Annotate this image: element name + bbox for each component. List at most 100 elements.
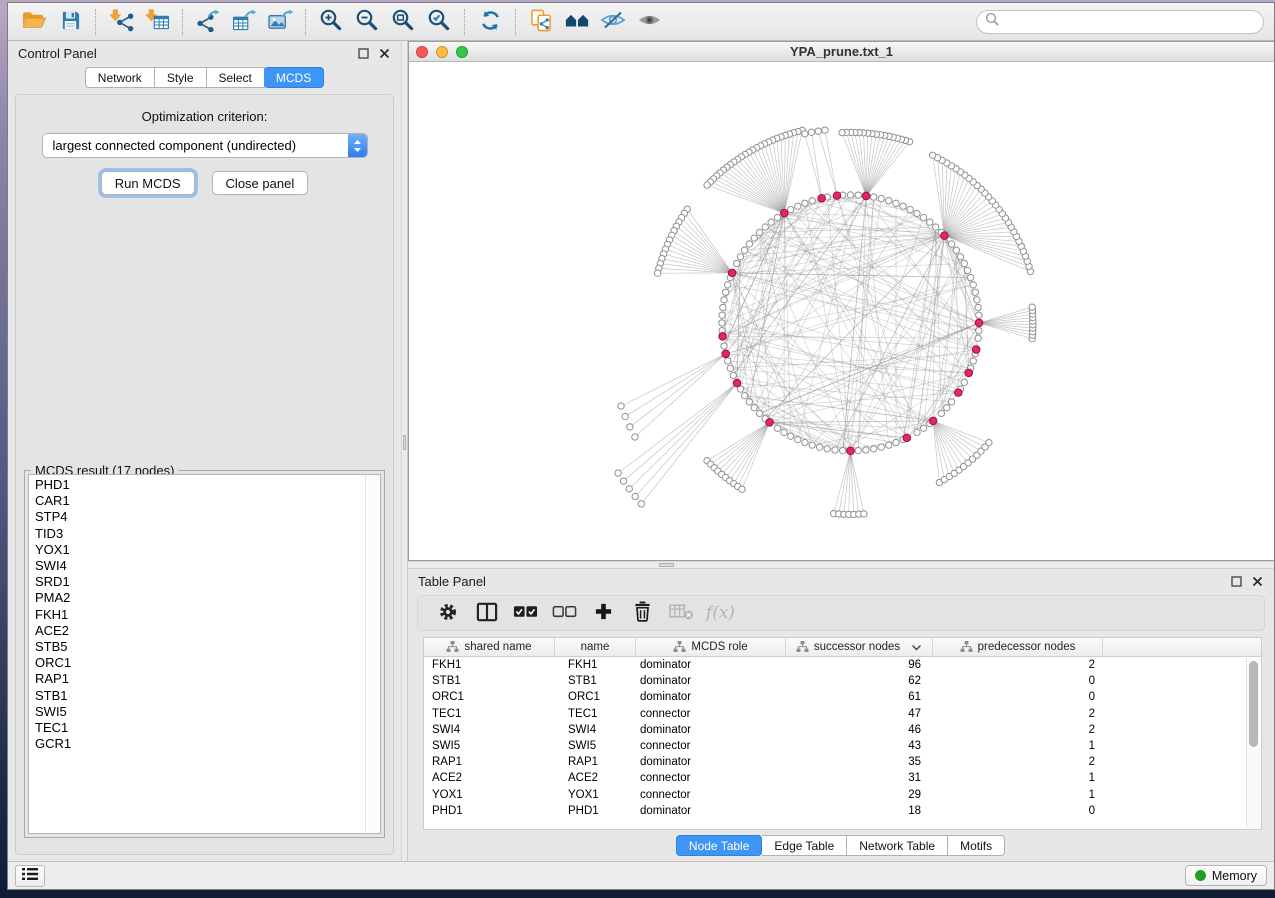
mcds-result-item[interactable]: TEC1 — [35, 720, 363, 736]
cell-successor-nodes: 43 — [786, 740, 933, 752]
table-row[interactable]: RAP1RAP1dominator352 — [424, 754, 1261, 770]
mcds-result-item[interactable]: STB1 — [35, 688, 363, 704]
import-table-from-file-button[interactable] — [139, 7, 175, 37]
mcds-result-item[interactable]: GCR1 — [35, 736, 363, 752]
mcds-result-item[interactable]: YOX1 — [35, 542, 363, 558]
float-control-panel-button[interactable] — [356, 47, 370, 61]
table-settings-button[interactable] — [428, 598, 467, 628]
table-row[interactable]: ACE2ACE2connector311 — [424, 770, 1261, 786]
column-type-icon — [673, 641, 686, 653]
duplicate-network-button[interactable] — [523, 7, 559, 37]
column-header-predecessor-nodes[interactable]: predecessor nodes — [933, 638, 1103, 656]
column-visibility-icon — [476, 602, 498, 625]
mcds-result-item[interactable]: FKH1 — [35, 607, 363, 623]
column-visibility-button[interactable] — [467, 598, 506, 628]
show-all-button[interactable] — [631, 7, 667, 37]
window-zoom-button[interactable] — [456, 46, 468, 58]
cell-mcds-role: dominator — [636, 691, 786, 703]
export-table-button[interactable] — [226, 7, 262, 37]
column-header-name[interactable]: name — [555, 638, 636, 656]
vertical-splitter[interactable] — [401, 41, 408, 861]
table-row[interactable]: ORC1ORC1dominator610 — [424, 689, 1261, 705]
sort-menu-icon[interactable] — [911, 644, 922, 651]
mcds-result-item[interactable]: PMA2 — [35, 590, 363, 606]
export-network-button[interactable] — [190, 7, 226, 37]
open-file-button[interactable] — [16, 7, 52, 37]
zoom-fit-button[interactable] — [385, 7, 421, 37]
show-panels-button[interactable] — [15, 865, 45, 887]
column-header-shared-name[interactable]: shared name — [424, 638, 555, 656]
network-window: YPA_prune.txt_1 — [408, 41, 1274, 561]
select-all-rows-icon — [513, 605, 538, 622]
column-label: MCDS role — [691, 641, 747, 653]
table-panel-titlebar: Table Panel — [408, 569, 1274, 594]
deselect-all-rows-button[interactable] — [545, 598, 584, 628]
table-row[interactable]: PHD1PHD1dominator180 — [424, 803, 1261, 819]
mcds-list-scrollbar[interactable] — [365, 475, 380, 833]
tab-mcds[interactable]: MCDS — [264, 67, 324, 88]
table-row[interactable]: STB1STB1dominator620 — [424, 673, 1261, 689]
mcds-result-item[interactable]: ORC1 — [35, 655, 363, 671]
mcds-result-item[interactable]: STP4 — [35, 509, 363, 525]
table-row[interactable]: YOX1YOX1connector291 — [424, 787, 1261, 803]
mcds-result-item[interactable]: PHD1 — [35, 477, 363, 493]
table-tab-edge-table[interactable]: Edge Table — [762, 835, 847, 856]
delete-column-button[interactable] — [623, 598, 662, 628]
column-header-mcds-role[interactable]: MCDS role — [636, 638, 786, 656]
criterion-select[interactable]: largest connected component (undirected) — [42, 133, 368, 158]
tab-style[interactable]: Style — [155, 67, 207, 88]
mcds-result-item[interactable]: SRD1 — [35, 574, 363, 590]
close-control-panel-button[interactable] — [377, 47, 391, 61]
search-input[interactable] — [1004, 14, 1255, 29]
cell-predecessor-nodes: 1 — [933, 772, 1103, 784]
zoom-out-button[interactable] — [349, 7, 385, 37]
close-table-panel-button[interactable] — [1250, 575, 1264, 589]
run-mcds-button[interactable]: Run MCDS — [101, 171, 195, 195]
memory-button[interactable]: Memory — [1185, 865, 1267, 886]
float-table-panel-button[interactable] — [1229, 575, 1243, 589]
mcds-result-item[interactable]: SWI4 — [35, 558, 363, 574]
column-header-successor-nodes[interactable]: successor nodes — [786, 638, 933, 656]
mcds-result-item[interactable]: STB5 — [35, 639, 363, 655]
mcds-result-list[interactable]: PHD1CAR1STP4TID3YOX1SWI4SRD1PMA2FKH1ACE2… — [28, 474, 381, 834]
table-row[interactable]: FKH1FKH1dominator962 — [424, 657, 1261, 673]
mcds-result-item[interactable]: ACE2 — [35, 623, 363, 639]
zoom-in-icon — [319, 8, 343, 35]
mcds-result-item[interactable]: CAR1 — [35, 493, 363, 509]
close-mcds-panel-button[interactable]: Close panel — [212, 171, 309, 195]
export-image-button[interactable] — [262, 7, 298, 37]
window-minimize-button[interactable] — [436, 46, 448, 58]
table-row[interactable]: TEC1TEC1connector472 — [424, 706, 1261, 722]
save-session-button[interactable] — [52, 7, 88, 37]
import-network-from-file-button[interactable] — [103, 7, 139, 37]
network-canvas[interactable] — [409, 62, 1274, 560]
cell-predecessor-nodes: 1 — [933, 789, 1103, 801]
table-tab-motifs[interactable]: Motifs — [948, 835, 1005, 856]
mcds-result-item[interactable]: SWI5 — [35, 704, 363, 720]
window-close-button[interactable] — [416, 46, 428, 58]
table-scrollbar-thumb[interactable] — [1249, 661, 1258, 747]
mcds-result-item[interactable]: TID3 — [35, 526, 363, 542]
toolbar-separator — [305, 9, 306, 35]
select-all-rows-button[interactable] — [506, 598, 545, 628]
add-column-button[interactable] — [584, 598, 623, 628]
nested-networks-button[interactable] — [559, 7, 595, 37]
zoom-in-button[interactable] — [313, 7, 349, 37]
tab-select[interactable]: Select — [207, 67, 265, 88]
table-row[interactable]: SWI5SWI5connector431 — [424, 738, 1261, 754]
hide-selected-button[interactable] — [595, 7, 631, 37]
refresh-button[interactable] — [472, 7, 508, 37]
table-tab-node-table[interactable]: Node Table — [676, 835, 763, 856]
network-graph[interactable] — [409, 62, 1274, 560]
table-row[interactable]: SWI4SWI4dominator462 — [424, 722, 1261, 738]
vertical-splitter-handle[interactable] — [403, 435, 406, 450]
table-tab-network-table[interactable]: Network Table — [847, 835, 948, 856]
table-scrollbar[interactable] — [1246, 658, 1260, 828]
mcds-panel: Optimization criterion: largest connecte… — [15, 94, 394, 855]
tab-network[interactable]: Network — [85, 67, 155, 88]
optimization-criterion-label: Optimization criterion: — [142, 109, 268, 124]
horizontal-splitter[interactable] — [408, 561, 1274, 569]
mcds-result-item[interactable]: RAP1 — [35, 671, 363, 687]
horizontal-splitter-handle[interactable] — [659, 563, 674, 567]
zoom-selected-button[interactable] — [421, 7, 457, 37]
